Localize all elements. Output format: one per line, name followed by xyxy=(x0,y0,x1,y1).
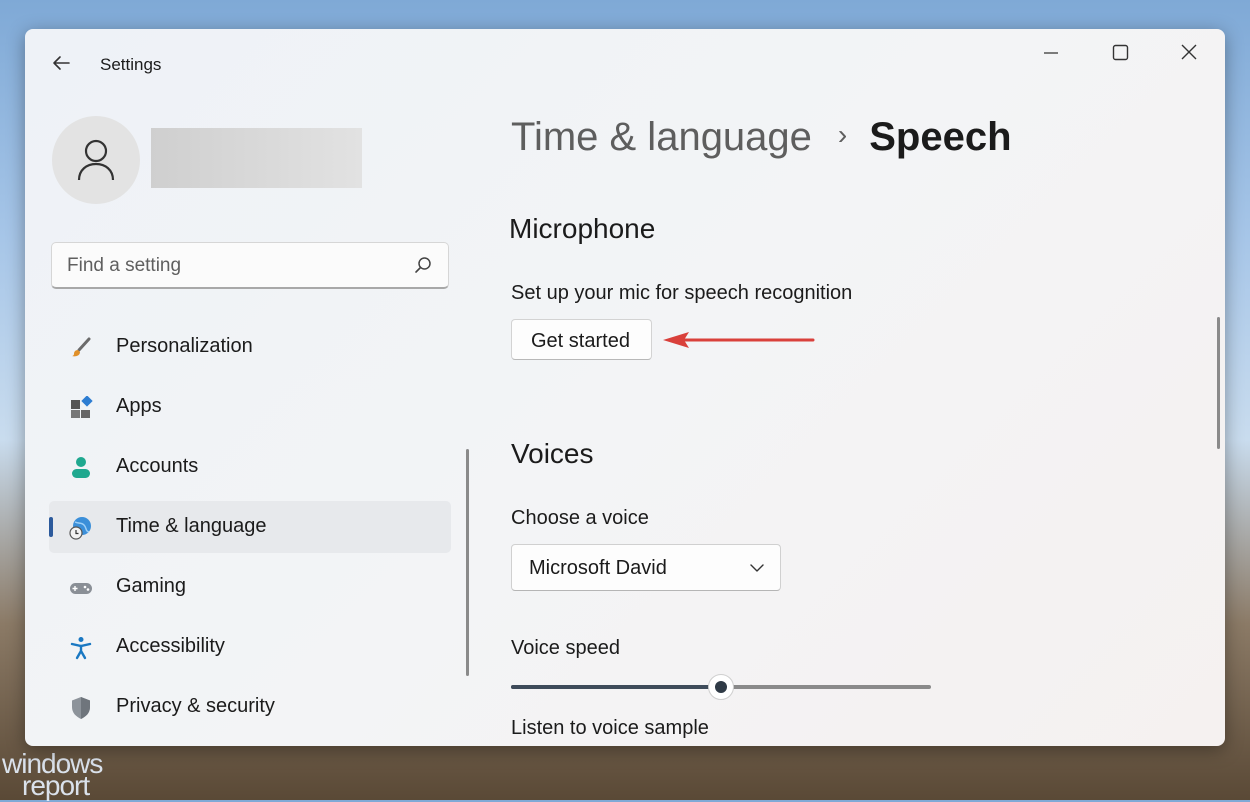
get-started-label: Get started xyxy=(531,330,630,352)
voice-sample-label: Listen to voice sample xyxy=(511,717,709,739)
apps-icon xyxy=(69,395,93,420)
person-icon xyxy=(69,456,93,480)
globe-clock-icon xyxy=(69,516,93,540)
title-bar: Settings xyxy=(25,29,1225,97)
maximize-icon[interactable] xyxy=(1097,39,1143,69)
close-icon[interactable] xyxy=(1166,39,1212,69)
sidebar-item-label: Gaming xyxy=(116,575,187,597)
minimize-icon[interactable] xyxy=(1028,39,1074,69)
sidebar-item-personalization[interactable]: Personalization xyxy=(49,321,451,373)
gamepad-icon xyxy=(69,576,93,600)
watermark-line2: report xyxy=(22,770,90,801)
sidebar-item-label: Personalization xyxy=(116,335,253,357)
active-indicator xyxy=(49,517,53,537)
search-input[interactable]: Find a setting xyxy=(51,242,449,289)
breadcrumb-parent[interactable]: Time & language xyxy=(511,115,812,159)
settings-window: Settings Find a setting Personalization … xyxy=(25,29,1225,746)
sidebar-item-accessibility[interactable]: Accessibility xyxy=(49,621,451,673)
sidebar-item-label: Accounts xyxy=(116,455,199,477)
sidebar-item-label: Time & language xyxy=(116,515,267,537)
microphone-description: Set up your mic for speech recognition xyxy=(511,282,853,304)
page-title: Speech xyxy=(869,115,1012,159)
get-started-button[interactable]: Get started xyxy=(511,319,652,360)
voice-speed-fill xyxy=(511,685,721,689)
back-arrow-icon[interactable] xyxy=(49,51,73,75)
voice-speed-thumb[interactable] xyxy=(708,674,734,700)
voice-speed-slider[interactable] xyxy=(511,674,931,700)
search-icon[interactable] xyxy=(413,255,433,280)
person-icon xyxy=(77,139,115,181)
sidebar-item-apps[interactable]: Apps xyxy=(49,381,451,433)
user-name-redacted xyxy=(151,128,362,188)
app-title: Settings xyxy=(100,55,162,74)
choose-voice-label: Choose a voice xyxy=(511,507,649,529)
breadcrumb: Time & language › Speech xyxy=(511,115,1012,160)
sidebar-scrollbar[interactable] xyxy=(466,449,469,676)
voice-select[interactable]: Microsoft David xyxy=(511,544,781,591)
watermark-logo: windows report xyxy=(0,748,130,801)
sidebar-item-privacy-security[interactable]: Privacy & security xyxy=(49,681,451,733)
shield-icon xyxy=(69,696,93,720)
voices-heading: Voices xyxy=(511,438,594,469)
sidebar-item-label: Apps xyxy=(116,395,162,417)
voice-speed-label: Voice speed xyxy=(511,637,620,659)
breadcrumb-separator: › xyxy=(837,119,848,150)
sidebar-item-time-language[interactable]: Time & language xyxy=(49,501,451,553)
accessibility-icon xyxy=(69,636,93,660)
chevron-down-icon xyxy=(748,559,766,582)
sidebar-item-gaming[interactable]: Gaming xyxy=(49,561,451,613)
main-scrollbar[interactable] xyxy=(1217,317,1220,449)
voice-select-value: Microsoft David xyxy=(529,557,667,579)
brush-icon xyxy=(69,336,93,360)
sidebar-item-label: Accessibility xyxy=(116,635,225,657)
annotation-arrow-icon xyxy=(661,329,817,356)
sidebar-item-label: Privacy & security xyxy=(116,695,275,717)
microphone-heading: Microphone xyxy=(509,213,656,244)
avatar[interactable] xyxy=(52,116,140,204)
sidebar-item-accounts[interactable]: Accounts xyxy=(49,441,451,493)
search-placeholder: Find a setting xyxy=(67,255,182,276)
